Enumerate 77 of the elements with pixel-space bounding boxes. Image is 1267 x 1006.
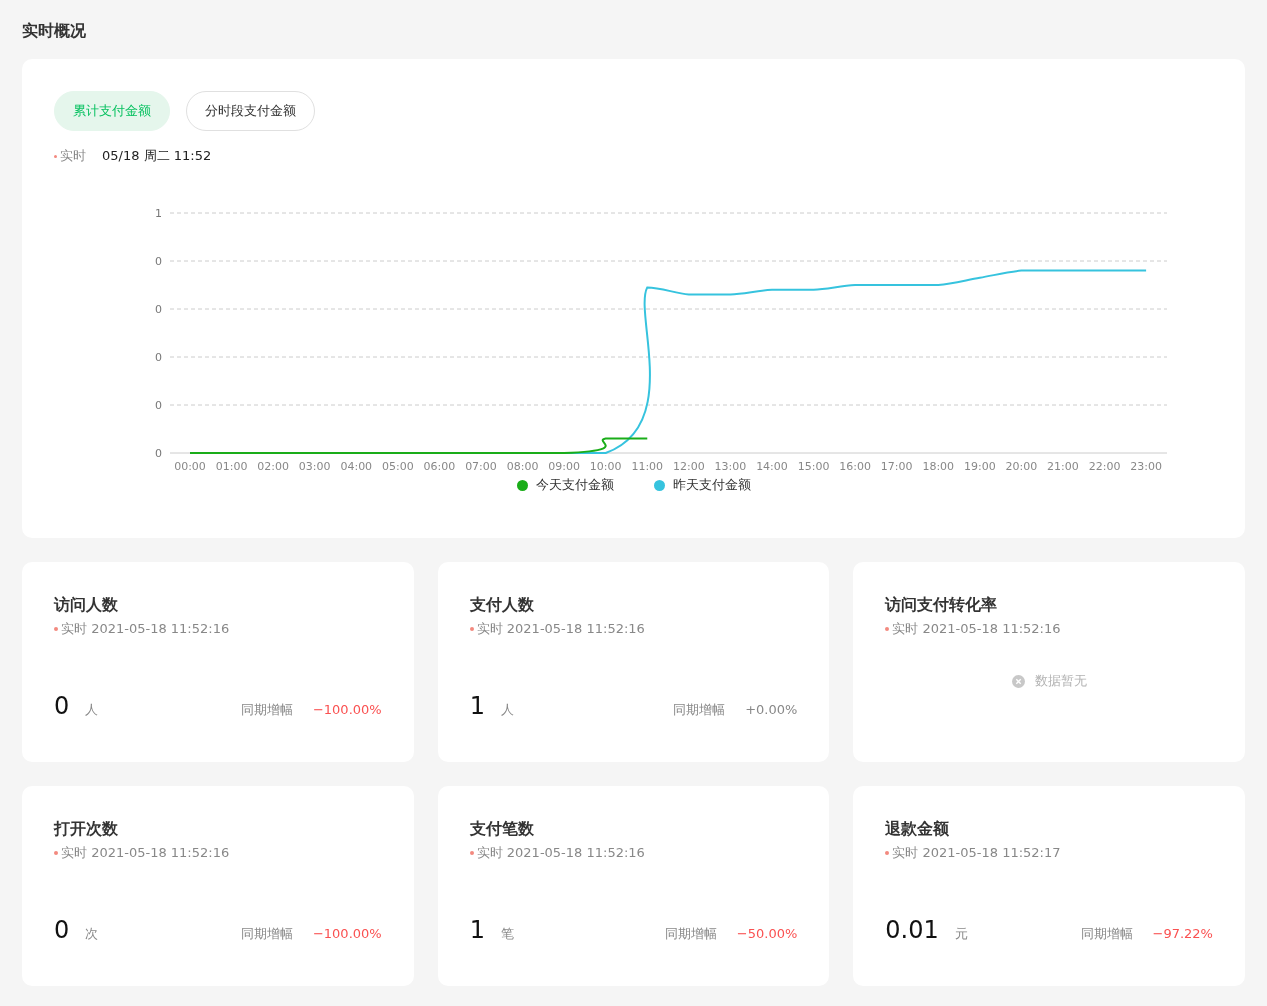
x-axis-label: 04:00 <box>340 460 373 473</box>
compare-label: 同期增幅 <box>240 925 293 943</box>
y-axis-label: 1 <box>155 207 162 220</box>
x-axis-label: 02:00 <box>257 460 289 473</box>
live-dot <box>469 627 474 631</box>
x-axis-label: 08:00 <box>506 460 539 473</box>
x-axis-label: 05:00 <box>382 460 414 473</box>
x-axis-label: 09:00 <box>548 460 580 473</box>
x-axis-label: 01:00 <box>215 460 248 473</box>
stat-title: 访问人数 <box>54 594 119 616</box>
realtime-timestamp: 实时 2021-05-18 11:52:17 <box>892 844 1061 862</box>
legend-label[interactable]: 今天支付金额 <box>535 476 614 494</box>
stat-title: 打开次数 <box>54 818 119 840</box>
x-axis-label: 03:00 <box>298 460 331 473</box>
x-axis-label: 11:00 <box>631 460 664 473</box>
x-axis-label: 13:00 <box>714 460 747 473</box>
x-axis-label: 22:00 <box>1088 460 1121 473</box>
legend-label[interactable]: 昨天支付金额 <box>672 476 751 494</box>
page-title: 实时概况 <box>22 20 87 42</box>
metric-tab[interactable]: 分时段支付金额 <box>186 91 315 131</box>
live-dot <box>54 154 57 158</box>
change-value: −50.00% <box>736 926 798 941</box>
realtime-timestamp: 实时 2021-05-18 11:52:16 <box>61 844 230 862</box>
realtime-value: 05/18 周二 11:52 <box>102 147 212 165</box>
change-value: +0.00% <box>745 702 798 717</box>
live-dot <box>54 627 58 631</box>
x-axis-label: 07:00 <box>465 460 497 473</box>
realtime-timestamp: 实时 2021-05-18 11:52:16 <box>476 844 645 862</box>
x-axis-label: 15:00 <box>797 460 830 473</box>
y-axis-label: 0 <box>155 399 162 412</box>
live-dot <box>885 851 890 855</box>
compare-label: 同期增幅 <box>673 701 726 719</box>
stat-title: 支付笔数 <box>469 818 535 840</box>
x-axis-label: 19:00 <box>964 460 996 473</box>
x-axis-label: 16:00 <box>839 460 871 473</box>
x-axis-label: 00:00 <box>174 460 206 473</box>
stat-title: 访问支付转化率 <box>885 594 999 616</box>
stat-title: 支付人数 <box>469 594 535 616</box>
stat-value: 0.01 <box>885 916 939 944</box>
stat-unit: 笔 <box>500 925 514 943</box>
stat-value: 0 <box>54 692 70 720</box>
change-value: −97.22% <box>1152 926 1213 941</box>
live-dot <box>54 851 58 855</box>
stat-title: 退款金额 <box>885 818 951 840</box>
y-axis-label: 0 <box>155 255 162 268</box>
x-axis-label: 06:00 <box>423 460 456 473</box>
change-value: −100.00% <box>312 926 382 941</box>
realtime-label: 实时 <box>60 147 86 165</box>
stat-value: 1 <box>469 692 485 720</box>
realtime-timestamp: 实时 2021-05-18 11:52:16 <box>61 620 230 638</box>
y-axis-label: 0 <box>155 351 162 364</box>
x-axis-label: 20:00 <box>1005 460 1038 473</box>
stat-unit: 人 <box>500 701 514 719</box>
realtime-timestamp: 实时 2021-05-18 11:52:16 <box>892 620 1061 638</box>
x-axis-label: 10:00 <box>589 460 622 473</box>
x-axis-label: 14:00 <box>756 460 788 473</box>
y-axis-label: 0 <box>155 447 162 460</box>
x-axis-label: 23:00 <box>1130 460 1162 473</box>
close-icon <box>1011 674 1025 688</box>
live-dot <box>469 851 474 855</box>
compare-label: 同期增幅 <box>1080 925 1133 943</box>
realtime-timestamp: 实时 2021-05-18 11:52:16 <box>476 620 645 638</box>
x-axis-label: 18:00 <box>922 460 955 473</box>
stat-value: 0 <box>54 916 70 944</box>
x-axis-label: 12:00 <box>673 460 705 473</box>
stat-value: 1 <box>469 916 485 944</box>
x-axis-label: 17:00 <box>880 460 913 473</box>
stat-unit: 次 <box>85 925 99 943</box>
x-axis-label: 21:00 <box>1047 460 1079 473</box>
stat-unit: 元 <box>954 925 968 943</box>
y-axis-label: 0 <box>155 303 162 316</box>
empty-message: 数据暂无 <box>1034 672 1087 690</box>
live-dot <box>885 627 890 631</box>
change-value: −100.00% <box>312 702 382 717</box>
compare-label: 同期增幅 <box>240 701 293 719</box>
compare-label: 同期增幅 <box>664 925 717 943</box>
stat-unit: 人 <box>85 701 99 719</box>
